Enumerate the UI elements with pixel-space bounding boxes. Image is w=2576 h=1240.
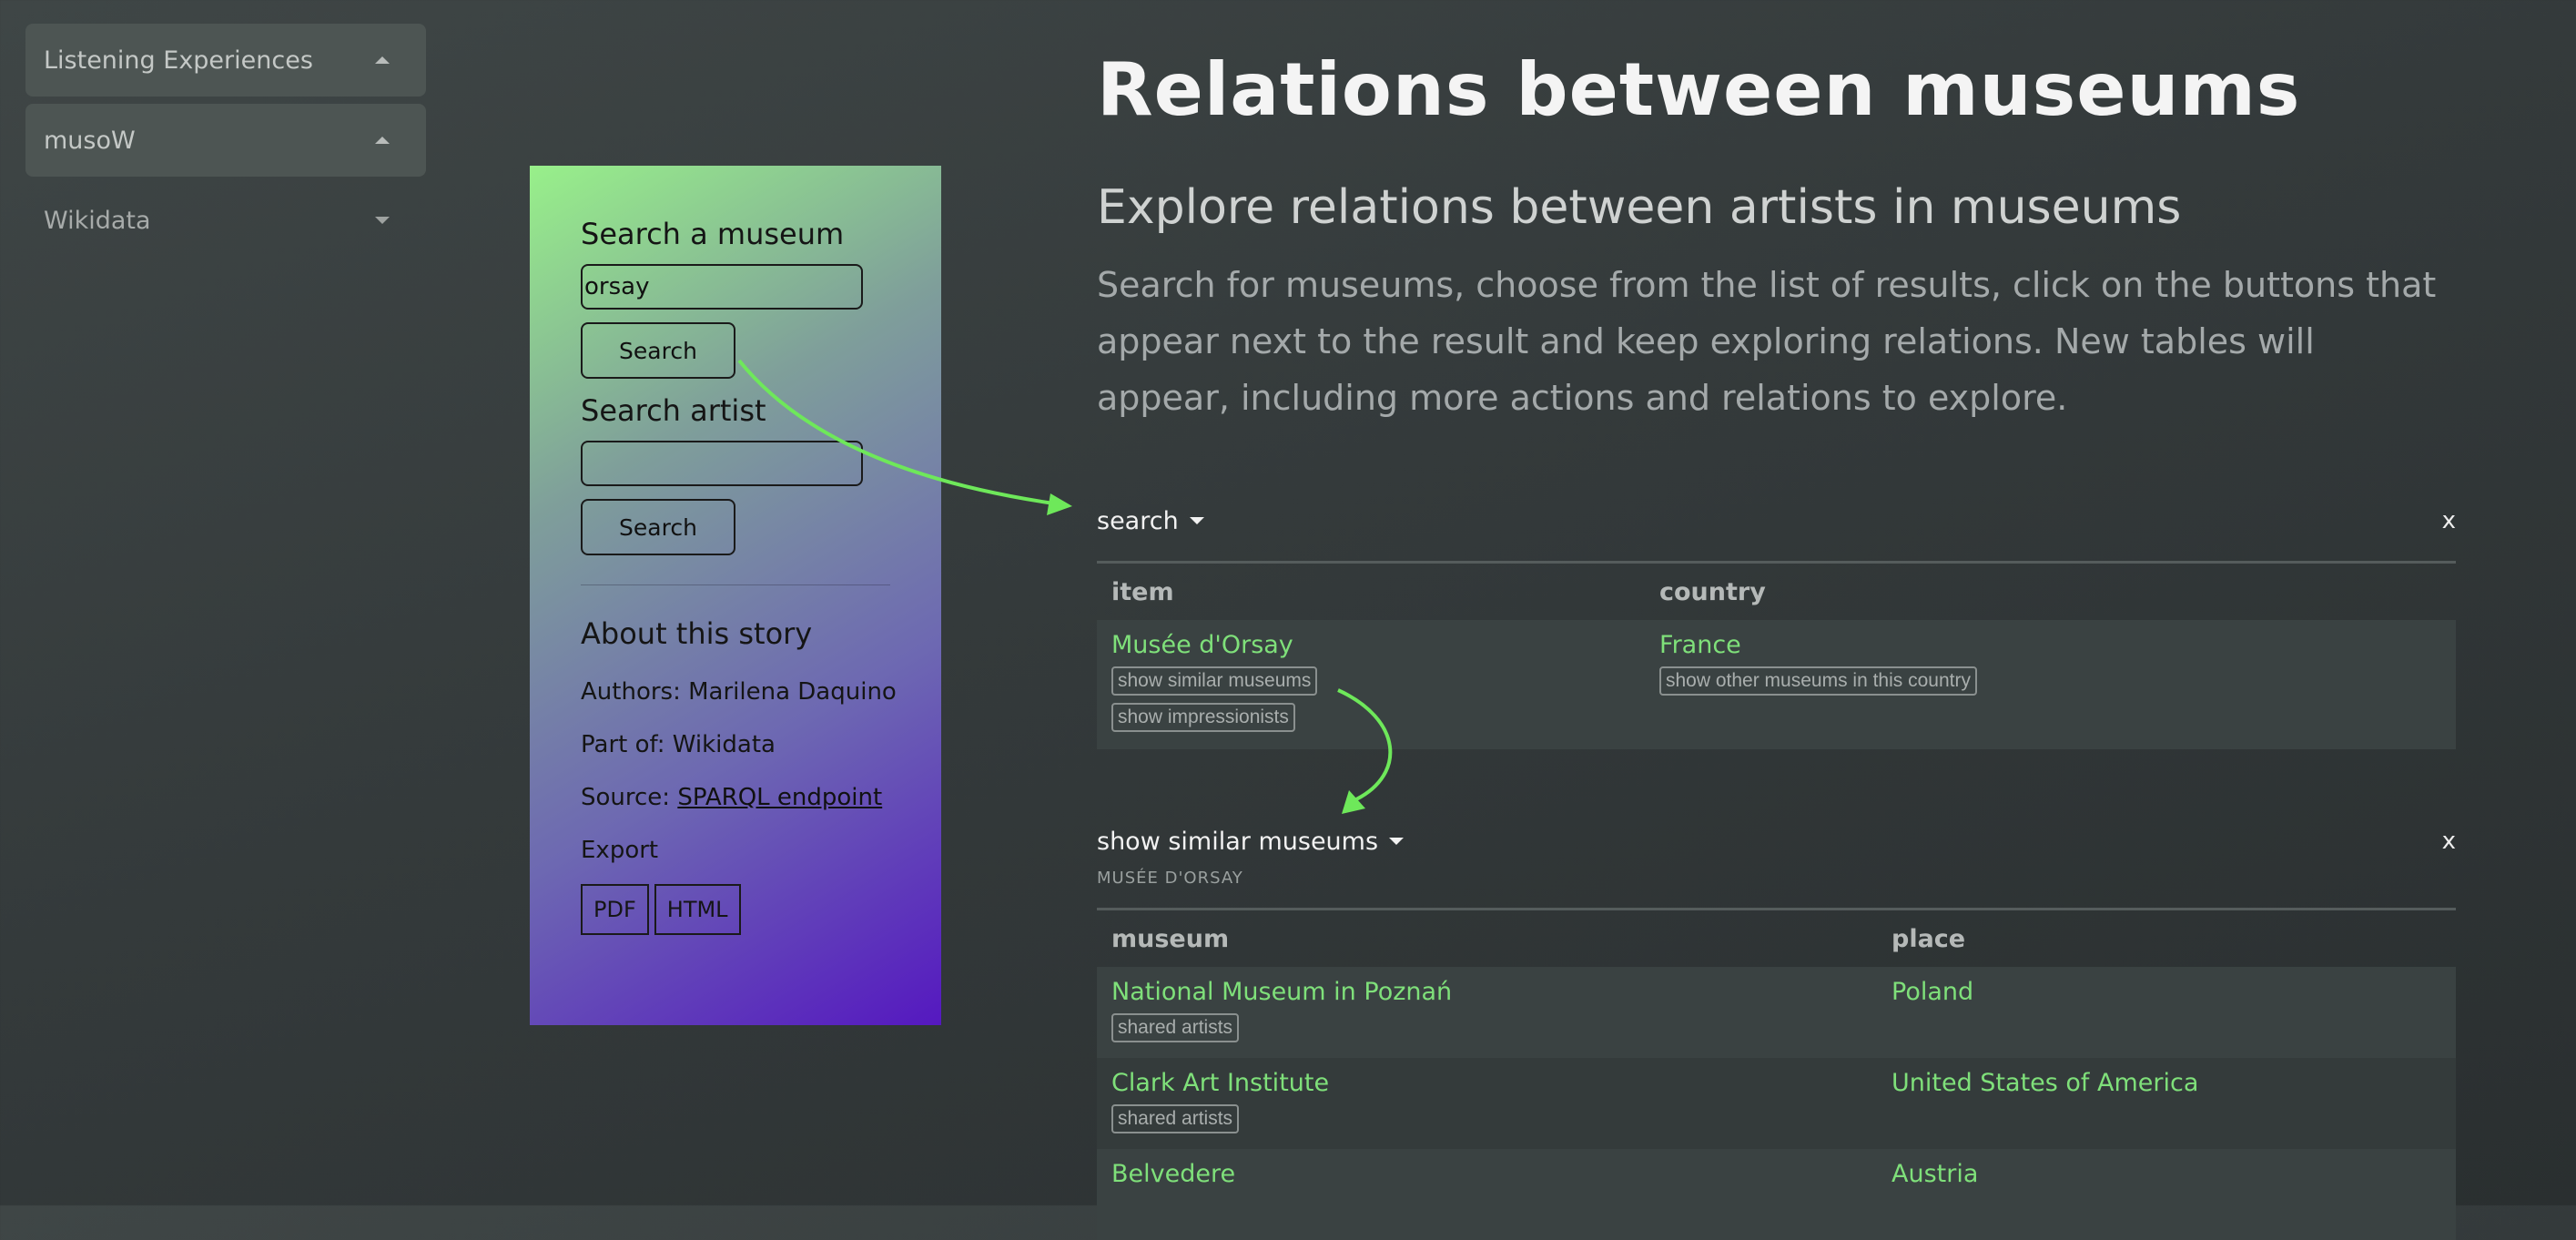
column-header-country: country: [1659, 577, 1766, 606]
column-header-place: place: [1891, 924, 1966, 953]
museum-search-input[interactable]: [581, 264, 863, 310]
story-card: Search a museum Search Search artist Sea…: [530, 166, 941, 1025]
part-of-text: Part of: Wikidata: [581, 731, 776, 758]
shared-artists-button[interactable]: shared artists: [1111, 1013, 1240, 1042]
page-title: Relations between museums: [1097, 47, 2301, 132]
panel-header: search x: [1097, 503, 2456, 539]
museum-search-button[interactable]: Search: [581, 322, 735, 379]
search-artist-heading: Search artist: [581, 393, 766, 428]
place-link[interactable]: Austria: [1891, 1160, 2441, 1188]
panel-subtitle: MUSÉE D'ORSAY: [1097, 869, 1243, 888]
table-cell: Clark Art Institute shared artists: [1097, 1058, 1877, 1149]
shared-artists-button[interactable]: shared artists: [1111, 1104, 1240, 1133]
table-cell: France show other museums in this countr…: [1645, 620, 2456, 749]
table-cell: Austria: [1877, 1149, 2456, 1240]
country-link[interactable]: France: [1659, 631, 2441, 659]
about-heading: About this story: [581, 616, 813, 651]
panel-title[interactable]: search: [1097, 507, 1179, 535]
arrowhead-icon: [1047, 493, 1072, 515]
sparql-endpoint-link[interactable]: SPARQL endpoint: [677, 784, 882, 811]
chevron-down-icon: [375, 217, 390, 224]
place-link[interactable]: United States of America: [1891, 1069, 2441, 1097]
sidebar-item-label: Wikidata: [44, 206, 151, 235]
column-header-item: item: [1111, 577, 1174, 606]
museum-link[interactable]: Belvedere: [1111, 1160, 1862, 1188]
arrowhead-icon: [1342, 790, 1365, 814]
caret-down-icon[interactable]: [1189, 517, 1204, 524]
caret-down-icon[interactable]: [1389, 838, 1405, 845]
search-museum-heading: Search a museum: [581, 217, 845, 251]
panel-title[interactable]: show similar museums: [1097, 828, 1378, 856]
show-similar-museums-button[interactable]: show similar museums: [1111, 666, 1318, 696]
table-cell: National Museum in Poznań shared artists: [1097, 967, 1877, 1058]
source-prefix: Source:: [581, 784, 678, 811]
export-label: Export: [581, 837, 659, 864]
sidebar-item-listening-experiences[interactable]: Listening Experiences: [25, 24, 426, 97]
page-subtitle: Explore relations between artists in mus…: [1097, 180, 2182, 235]
authors-text: Authors: Marilena Daquino: [581, 678, 897, 706]
divider: [581, 584, 890, 585]
sidebar-item-musow[interactable]: musoW: [25, 104, 426, 177]
search-results-table: item country Musée d'Orsay show similar …: [1097, 564, 2456, 749]
chevron-up-icon: [375, 56, 390, 64]
table-cell: Poland: [1877, 967, 2456, 1058]
artist-search-button[interactable]: Search: [581, 499, 735, 555]
table-cell: Musée d'Orsay show similar museums show …: [1097, 620, 1645, 749]
museum-link[interactable]: Musée d'Orsay: [1111, 631, 1630, 659]
intro-text: Search for museums, choose from the list…: [1097, 265, 2437, 418]
source-text: Source: SPARQL endpoint: [581, 784, 941, 811]
table-row: National Museum in Poznań shared artists…: [1097, 967, 2456, 1058]
close-panel-button[interactable]: x: [2442, 507, 2456, 534]
export-pdf-button[interactable]: PDF: [581, 884, 649, 935]
similar-museums-table: museum place National Museum in Poznań s…: [1097, 910, 2456, 1240]
show-impressionists-button[interactable]: show impressionists: [1111, 703, 1295, 732]
table-cell: United States of America: [1877, 1058, 2456, 1149]
similar-museums-panel: show similar museums x MUSÉE D'ORSAY mus…: [1097, 823, 2456, 1240]
panel-header: show similar museums x: [1097, 823, 2456, 859]
chevron-up-icon: [375, 137, 390, 144]
museum-link[interactable]: National Museum in Poznań: [1111, 978, 1862, 1006]
table-row: Clark Art Institute shared artists Unite…: [1097, 1058, 2456, 1149]
place-link[interactable]: Poland: [1891, 978, 2441, 1006]
search-results-panel: search x item country Musée d'Orsay show…: [1097, 503, 2456, 749]
show-other-museums-button[interactable]: show other museums in this country: [1659, 666, 1977, 696]
sidebar: Listening Experiences musoW Wikidata: [25, 24, 426, 264]
museum-link[interactable]: Clark Art Institute: [1111, 1069, 1862, 1097]
table-cell: Belvedere: [1097, 1149, 1877, 1240]
table-row: Musée d'Orsay show similar museums show …: [1097, 620, 2456, 749]
sidebar-item-label: musoW: [44, 126, 136, 155]
table-row: Belvedere Austria: [1097, 1149, 2456, 1240]
export-buttons: PDF HTML: [581, 884, 941, 935]
export-html-button[interactable]: HTML: [654, 884, 741, 935]
close-panel-button[interactable]: x: [2442, 828, 2456, 855]
column-header-museum: museum: [1111, 924, 1230, 953]
artist-search-input[interactable]: [581, 441, 863, 486]
sidebar-item-wikidata[interactable]: Wikidata: [25, 184, 426, 257]
sidebar-item-label: Listening Experiences: [44, 46, 313, 75]
